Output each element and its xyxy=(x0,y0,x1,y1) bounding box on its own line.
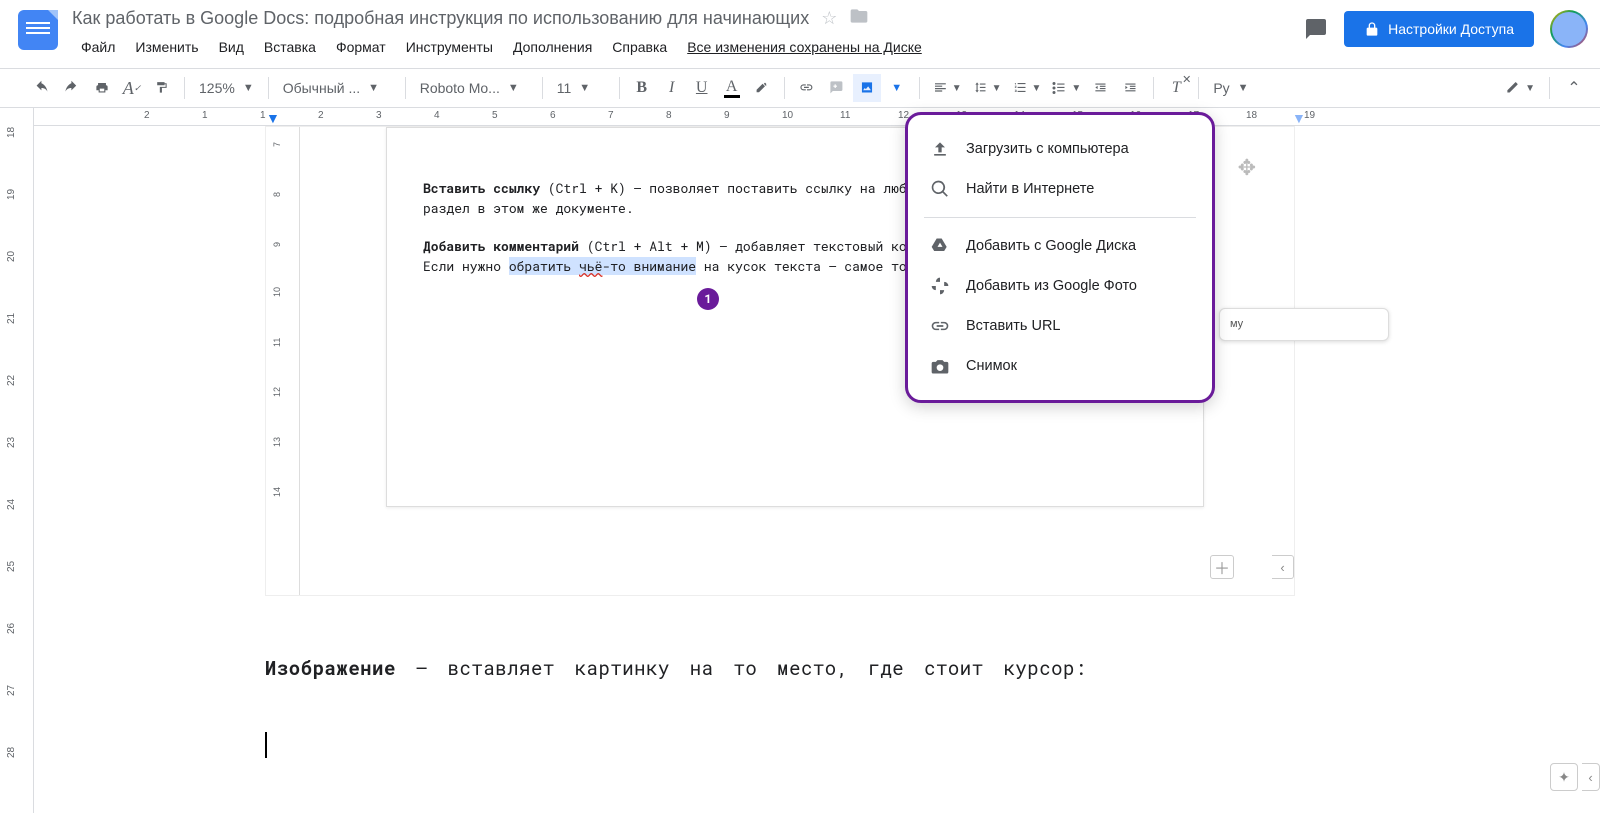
menu-addons[interactable]: Дополнения xyxy=(504,35,601,59)
share-button[interactable]: Настройки Доступа xyxy=(1344,11,1534,47)
menu-item-camera[interactable]: Снимок xyxy=(908,346,1212,386)
font-select[interactable]: Roboto Mo...▼ xyxy=(414,74,534,102)
menu-item-label: Вставить URL xyxy=(966,318,1061,334)
menu-item-label: Снимок xyxy=(966,358,1017,374)
doc-text: (Ctrl + K) xyxy=(548,179,626,197)
side-collapse-button[interactable]: ‹ xyxy=(1272,555,1294,579)
textcolor-button[interactable]: A xyxy=(718,74,746,102)
drive-icon xyxy=(930,236,950,256)
comments-icon[interactable] xyxy=(1304,17,1328,41)
fontsize-select[interactable]: 11▼ xyxy=(551,74,611,102)
menubar: Файл Изменить Вид Вставка Формат Инструм… xyxy=(72,35,1304,59)
embedded-vruler: 7891011121314 xyxy=(266,127,300,595)
bold-button[interactable]: B xyxy=(628,74,656,102)
doc-text: Добавить комментарий xyxy=(423,237,579,255)
underline-button[interactable]: U xyxy=(688,74,716,102)
menu-item-label: Загрузить с компьютера xyxy=(966,141,1129,157)
align-button[interactable]: ▼ xyxy=(928,74,966,102)
indent-button[interactable] xyxy=(1117,74,1145,102)
doc-text: Вставить ссылку xyxy=(423,179,540,197)
search-icon xyxy=(930,179,950,199)
add-comment-button[interactable] xyxy=(823,74,851,102)
add-comment-side-button[interactable]: ＋ xyxy=(1210,555,1234,579)
upload-icon xyxy=(930,139,950,159)
highlight-button[interactable] xyxy=(748,74,776,102)
menu-insert[interactable]: Вставка xyxy=(255,35,325,59)
zoom-select[interactable]: 125%▼ xyxy=(193,74,260,102)
menu-edit[interactable]: Изменить xyxy=(126,35,207,59)
camera-icon xyxy=(930,356,950,376)
toolbar: A✓ 125%▼ Обычный ...▼ Roboto Mo...▼ 11▼ … xyxy=(0,68,1600,108)
star-icon[interactable]: ☆ xyxy=(821,8,837,29)
paint-format-button[interactable] xyxy=(148,74,176,102)
doc-text: на кусок текста – самое то. xyxy=(696,257,914,275)
menu-tools[interactable]: Инструменты xyxy=(397,35,502,59)
insert-image-menu: Загрузить с компьютера Найти в Интернете Д… xyxy=(905,112,1215,403)
menu-item-drive[interactable]: Добавить с Google Диска xyxy=(908,226,1212,266)
insert-image-caret[interactable]: ▼ xyxy=(883,74,911,102)
comment-popup: му xyxy=(1219,308,1389,341)
outdent-button[interactable] xyxy=(1087,74,1115,102)
insert-image-button[interactable] xyxy=(853,74,881,102)
undo-button[interactable] xyxy=(28,74,56,102)
menu-item-photos[interactable]: Добавить из Google Фото xyxy=(908,266,1212,306)
menu-item-label: Добавить с Google Диска xyxy=(966,238,1136,254)
menu-item-label: Найти в Интернете xyxy=(966,181,1094,197)
menu-format[interactable]: Формат xyxy=(327,35,395,59)
spellcheck-button[interactable]: A✓ xyxy=(118,74,146,102)
link-icon xyxy=(930,316,950,336)
bullet-list-button[interactable]: ▼ xyxy=(1047,74,1085,102)
clear-format-button[interactable]: T✕ xyxy=(1162,74,1190,102)
share-label: Настройки Доступа xyxy=(1388,21,1514,37)
explore-button[interactable]: ✦ xyxy=(1550,763,1578,791)
header: Как работать в Google Docs: подробная ин… xyxy=(0,0,1600,68)
side-panel-toggle[interactable]: ‹ xyxy=(1582,763,1600,791)
editing-mode-button[interactable]: ▼ xyxy=(1500,74,1539,102)
menu-item-link[interactable]: Вставить URL xyxy=(908,306,1212,346)
menu-help[interactable]: Справка xyxy=(603,35,676,59)
selected-text: обратить чьё-то внимание xyxy=(509,257,696,275)
horizontal-ruler: ▼ ▼ 2112345678910111213141516171819 xyxy=(34,108,1600,126)
move-handle-icon[interactable]: ✥ xyxy=(1238,155,1256,181)
italic-button[interactable]: I xyxy=(658,74,686,102)
workspace: 1819202122232425262728 ▼ ▼ 2112345678910… xyxy=(0,108,1600,813)
move-folder-icon[interactable] xyxy=(849,6,869,31)
annotation-callout-1: 1 xyxy=(697,288,719,310)
style-select[interactable]: Обычный ...▼ xyxy=(277,74,397,102)
numbered-list-button[interactable]: ▼ xyxy=(1008,74,1046,102)
document-title[interactable]: Как работать в Google Docs: подробная ин… xyxy=(72,8,809,29)
collapse-toolbar-button[interactable]: ⌃ xyxy=(1560,74,1588,102)
input-tools-button[interactable]: Ру▼ xyxy=(1207,74,1254,102)
article-caption: Изображение – вставляет картинку на то м… xyxy=(265,656,1087,681)
save-status[interactable]: Все изменения сохранены на Диске xyxy=(678,35,931,59)
photos-icon xyxy=(930,276,950,296)
insert-link-button[interactable] xyxy=(793,74,821,102)
docs-logo-icon[interactable] xyxy=(18,10,58,50)
linespacing-button[interactable]: ▼ xyxy=(968,74,1006,102)
account-avatar[interactable] xyxy=(1550,10,1588,48)
menu-file[interactable]: Файл xyxy=(72,35,124,59)
doc-text: (Ctrl + Alt + M) xyxy=(587,237,712,255)
menu-view[interactable]: Вид xyxy=(210,35,253,59)
print-button[interactable] xyxy=(88,74,116,102)
redo-button[interactable] xyxy=(58,74,86,102)
indent-marker-icon[interactable]: ▼ xyxy=(266,110,280,126)
vertical-ruler: 1819202122232425262728 xyxy=(0,108,34,813)
text-cursor xyxy=(265,732,267,758)
lock-icon xyxy=(1364,21,1380,37)
menu-item-label: Добавить из Google Фото xyxy=(966,278,1137,294)
menu-item-search[interactable]: Найти в Интернете xyxy=(908,169,1212,209)
menu-item-upload[interactable]: Загрузить с компьютера xyxy=(908,129,1212,169)
